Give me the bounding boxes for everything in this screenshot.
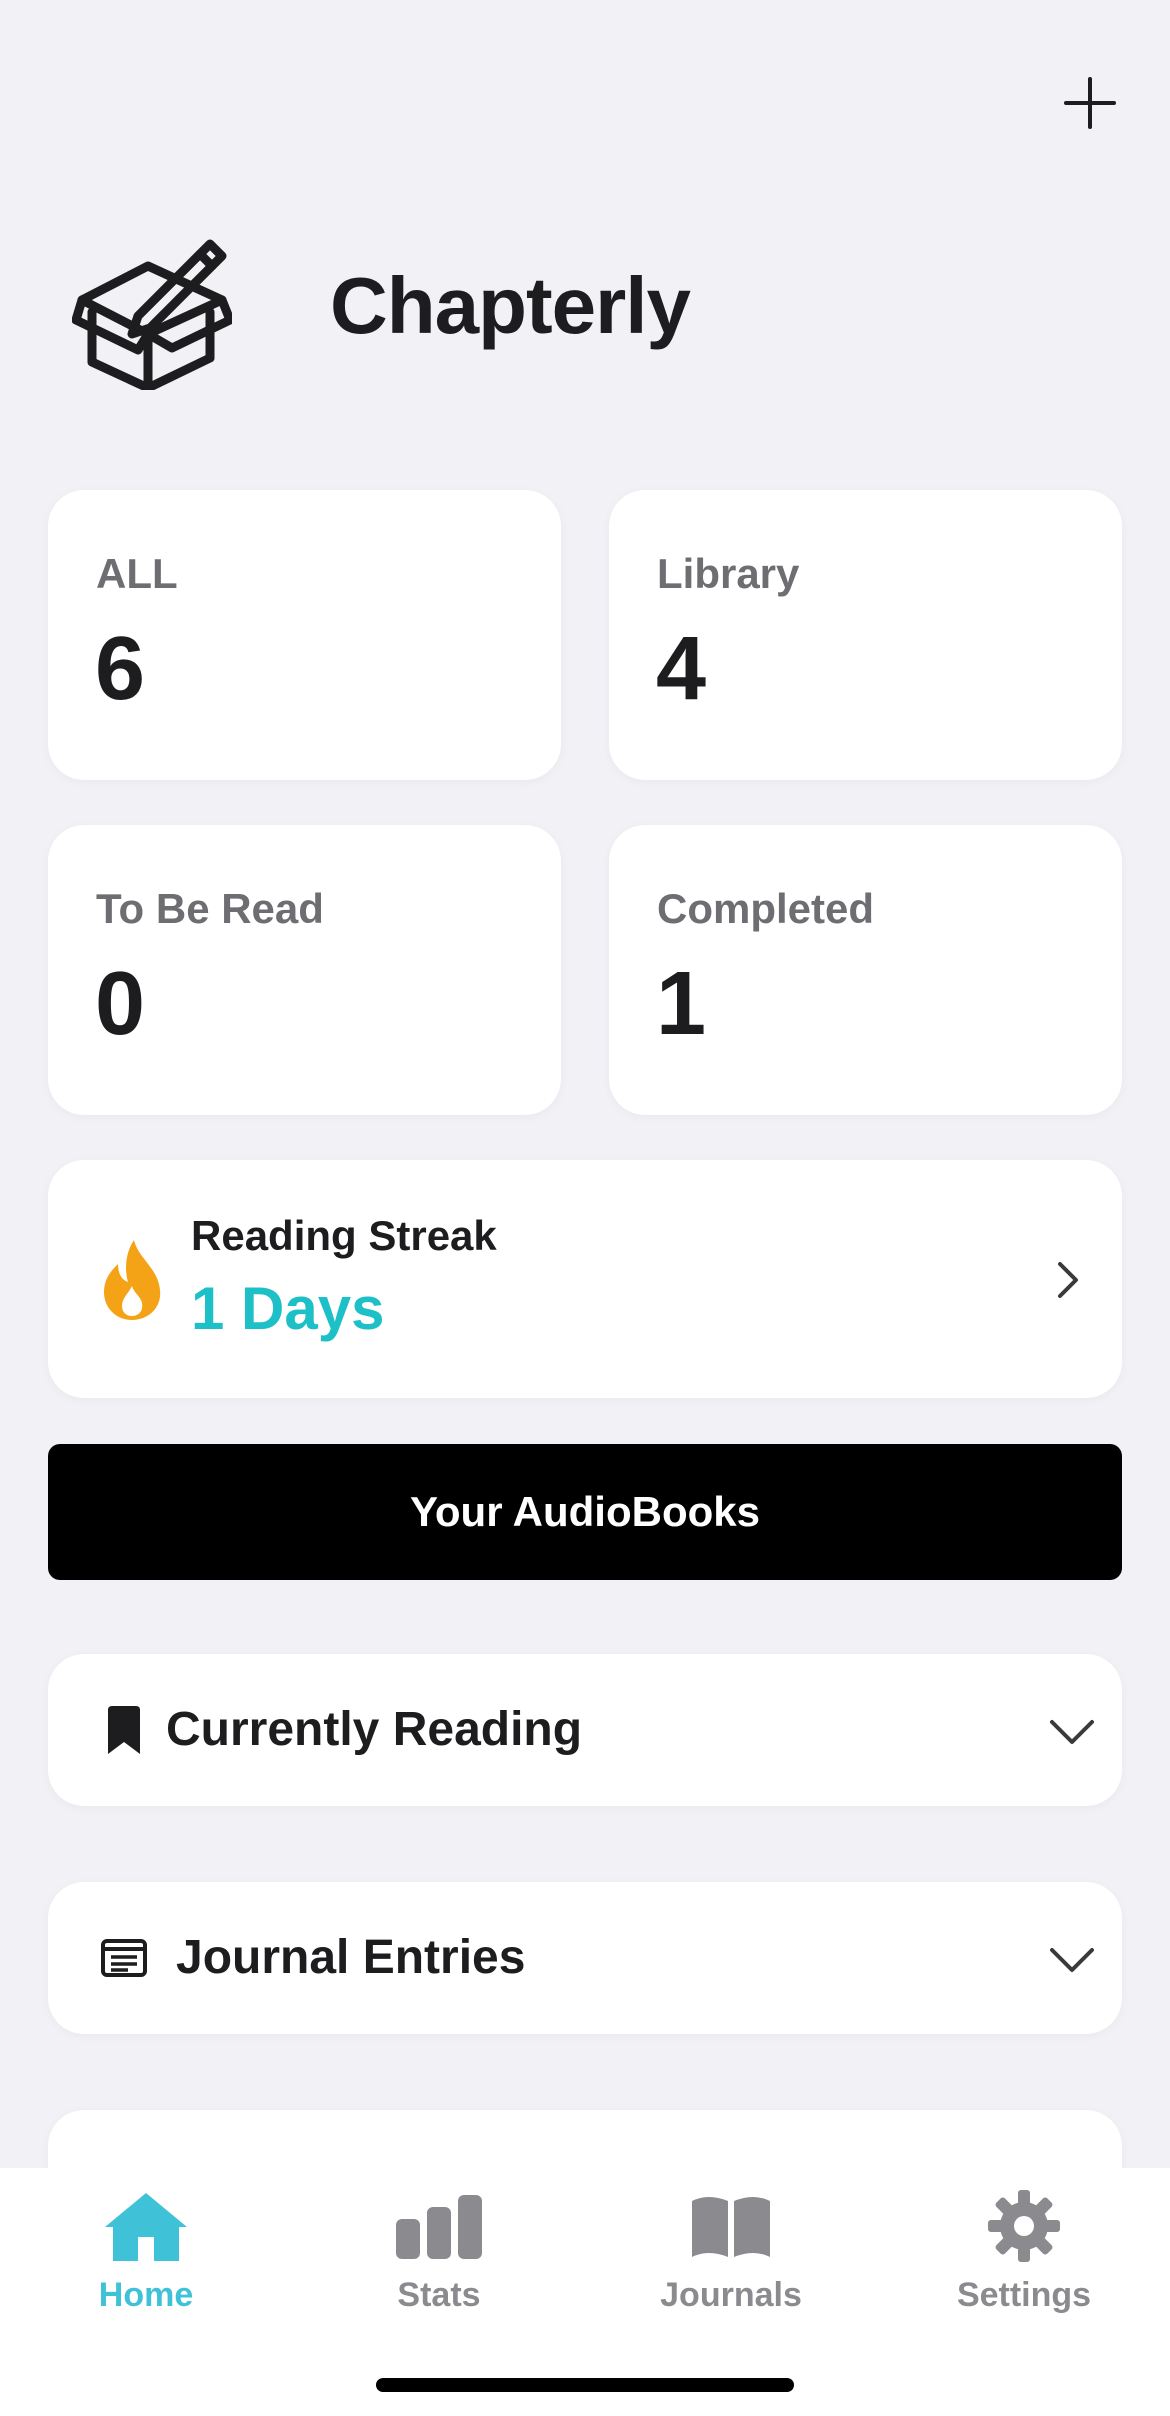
tab-label: Home	[98, 2276, 194, 2314]
stat-value: 1	[656, 954, 707, 1054]
stat-label: Completed	[657, 885, 875, 932]
stat-value: 0	[95, 954, 146, 1054]
journal-entry-icon	[98, 1932, 150, 1984]
your-audiobooks-button[interactable]: Your AudioBooks	[48, 1444, 1122, 1580]
reading-streak-card[interactable]: Reading Streak 1 Days	[48, 1160, 1122, 1398]
stat-card-all[interactable]: ALL 6	[48, 490, 561, 780]
chevron-right-icon	[1058, 1262, 1078, 1298]
tab-label: Journals	[660, 2276, 802, 2314]
stat-label: Library	[657, 550, 800, 597]
section-title: Journal Entries	[176, 1931, 526, 1984]
streak-label: Reading Streak	[191, 1212, 497, 1259]
tab-settings[interactable]: Settings	[914, 2186, 1134, 2316]
home-indicator[interactable]	[376, 2378, 794, 2392]
tab-label: Stats	[397, 2276, 481, 2314]
stat-label: To Be Read	[96, 885, 324, 932]
home-icon	[98, 2186, 194, 2266]
stat-label: ALL	[96, 550, 178, 597]
plus-icon	[1064, 77, 1116, 129]
tab-journals[interactable]: Journals	[621, 2186, 841, 2316]
app-brand: Chapterly	[72, 222, 691, 390]
app-title: Chapterly	[330, 261, 691, 350]
tab-label: Settings	[956, 2276, 1092, 2314]
tab-home[interactable]: Home	[36, 2186, 256, 2316]
bookmark-icon	[98, 1704, 150, 1756]
stat-value: 4	[656, 619, 707, 719]
open-book-icon	[683, 2186, 779, 2266]
currently-reading-section[interactable]: Currently Reading	[48, 1654, 1122, 1806]
box-with-pen-icon	[72, 239, 232, 390]
chevron-down-icon	[1050, 1720, 1094, 1744]
journal-entries-section[interactable]: Journal Entries	[48, 1882, 1122, 2034]
bar-chart-icon	[391, 2186, 487, 2266]
flame-icon	[104, 1240, 161, 1320]
add-book-button[interactable]	[1057, 70, 1123, 136]
tab-stats[interactable]: Stats	[329, 2186, 549, 2316]
gear-icon	[976, 2186, 1072, 2266]
section-title: Currently Reading	[166, 1703, 583, 1756]
stat-value: 6	[95, 619, 146, 719]
chevron-down-icon	[1050, 1948, 1094, 1972]
stat-card-to-be-read[interactable]: To Be Read 0	[48, 825, 561, 1115]
stat-card-library[interactable]: Library 4	[609, 490, 1122, 780]
streak-value: 1 Days	[191, 1275, 385, 1342]
stat-card-completed[interactable]: Completed 1	[609, 825, 1122, 1115]
